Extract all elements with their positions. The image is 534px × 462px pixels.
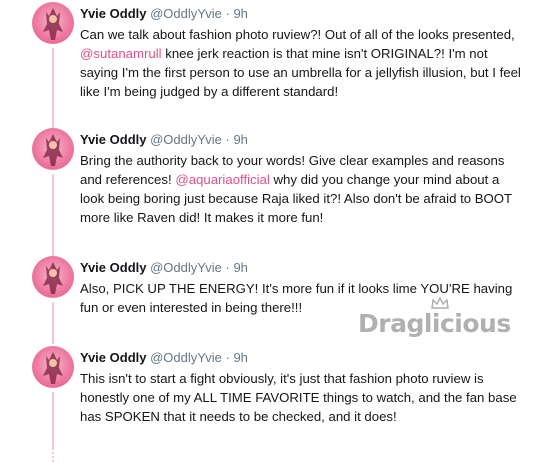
- user-avatar[interactable]: [32, 346, 74, 388]
- thread-continuation: [52, 452, 56, 462]
- user-avatar[interactable]: [32, 128, 74, 170]
- user-avatar[interactable]: [32, 256, 74, 298]
- watermark-text: Draglicious: [358, 309, 511, 338]
- mention-link[interactable]: @sutanamrull: [80, 46, 162, 61]
- thread-line: [52, 174, 54, 258]
- tweet-text: This isn't to start a fight obviously, i…: [80, 369, 525, 426]
- tweet-header: Yvie Oddly @OddlyYvie · 9h: [80, 132, 525, 147]
- tweet-text: Can we talk about fashion photo ruview?!…: [80, 25, 525, 101]
- tweet-timestamp[interactable]: 9h: [233, 260, 247, 275]
- crown-icon: [431, 297, 449, 309]
- display-name[interactable]: Yvie Oddly: [80, 132, 146, 147]
- separator-dot: ·: [225, 260, 230, 275]
- separator-dot: ·: [225, 6, 230, 21]
- text-segment: This isn't to start a fight obviously, i…: [80, 371, 517, 424]
- thread-line: [52, 48, 54, 130]
- display-name[interactable]: Yvie Oddly: [80, 350, 146, 365]
- tweet-timestamp[interactable]: 9h: [233, 132, 247, 147]
- tweet-timestamp[interactable]: 9h: [233, 6, 247, 21]
- user-handle[interactable]: @OddlyYvie: [150, 132, 222, 147]
- user-handle[interactable]: @OddlyYvie: [150, 350, 222, 365]
- user-handle[interactable]: @OddlyYvie: [150, 6, 222, 21]
- tweet-header: Yvie Oddly @OddlyYvie · 9h: [80, 350, 525, 365]
- separator-dot: ·: [225, 132, 230, 147]
- thread-line: [52, 302, 54, 344]
- mention-link[interactable]: @aquariaofficial: [175, 172, 270, 187]
- tweet-timestamp[interactable]: 9h: [233, 350, 247, 365]
- user-avatar[interactable]: [32, 2, 74, 44]
- tweet-thread: Yvie Oddly @OddlyYvie · 9h Can we talk a…: [0, 0, 534, 462]
- user-handle[interactable]: @OddlyYvie: [150, 260, 222, 275]
- tweet-header: Yvie Oddly @OddlyYvie · 9h: [80, 6, 525, 21]
- tweet-header: Yvie Oddly @OddlyYvie · 9h: [80, 260, 525, 275]
- thread-line: [52, 392, 54, 450]
- display-name[interactable]: Yvie Oddly: [80, 6, 146, 21]
- draglicious-watermark: Draglicious: [358, 297, 518, 349]
- separator-dot: ·: [225, 350, 230, 365]
- tweet-text: Bring the authority back to your words! …: [80, 151, 525, 227]
- display-name[interactable]: Yvie Oddly: [80, 260, 146, 275]
- text-segment: Can we talk about fashion photo ruview?!…: [80, 27, 515, 42]
